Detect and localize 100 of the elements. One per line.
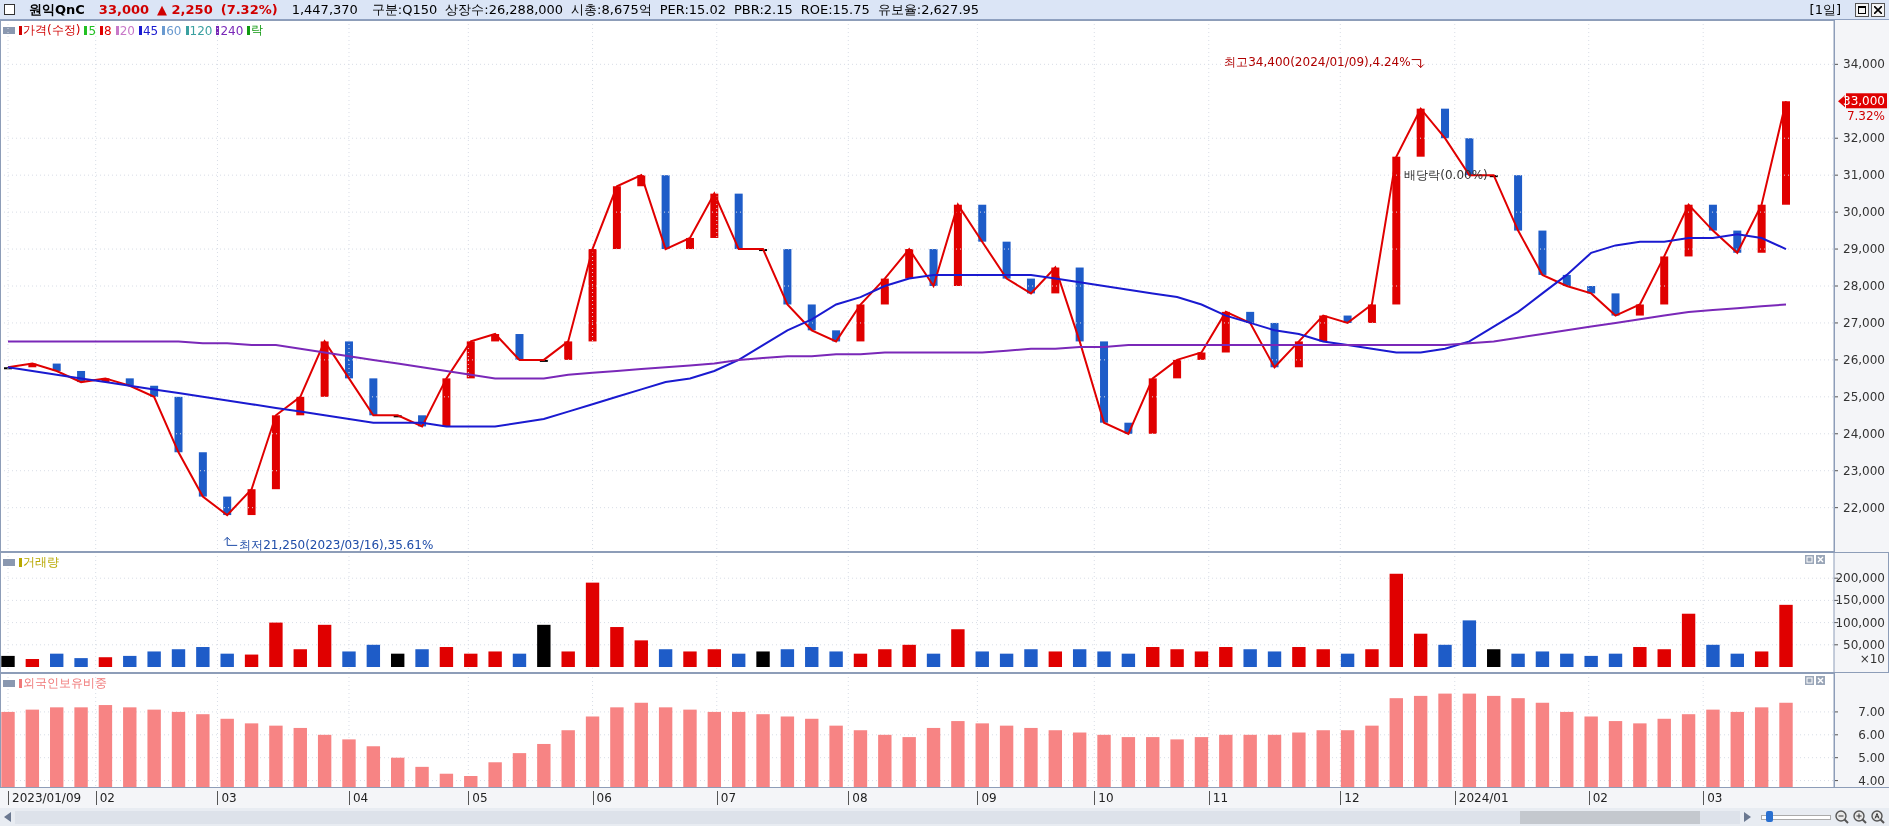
bar: [1243, 649, 1257, 667]
zoom-out-icon[interactable]: [1835, 810, 1849, 824]
bar: [780, 649, 795, 667]
bar: [1584, 655, 1598, 667]
legend-label: 240: [220, 23, 244, 38]
high-price-note: 최고34,400(2024/01/09),4.24%: [1224, 54, 1411, 69]
unit-label: ×10: [1859, 652, 1885, 666]
bar: [1024, 727, 1038, 787]
bar: [391, 653, 405, 667]
legend-label: 8: [104, 23, 112, 38]
bar: [1024, 649, 1038, 667]
date-label: 03: [217, 791, 237, 805]
bar: [1072, 732, 1087, 787]
legend-label: 60: [166, 23, 182, 38]
zoom-in-icon[interactable]: [1853, 810, 1867, 824]
bar: [902, 644, 916, 667]
bar: [926, 653, 941, 667]
stock-stat: ROE:15.75: [800, 2, 870, 17]
bar: [878, 649, 892, 667]
date-label: 03: [1703, 791, 1723, 805]
bar: [1121, 653, 1136, 667]
axis-label: 30,000: [1843, 205, 1885, 220]
bar: [829, 651, 843, 667]
event-note: 배당락(0.00%): [1404, 168, 1488, 183]
close-icon[interactable]: [1871, 2, 1885, 17]
bar: [1170, 739, 1184, 787]
bar: [1267, 734, 1282, 787]
bar: [1657, 649, 1671, 667]
date-label: 07: [716, 791, 737, 805]
minimize-icon[interactable]: [1805, 555, 1814, 564]
maximize-icon[interactable]: [1855, 2, 1869, 17]
bar: [1316, 649, 1330, 667]
bar: [74, 658, 88, 667]
bar: [98, 657, 113, 667]
bar: [561, 730, 575, 787]
bar: [25, 659, 40, 667]
bar: [1413, 633, 1428, 667]
leader-line: [1411, 59, 1425, 69]
bar: [999, 725, 1014, 787]
bar: [464, 776, 478, 787]
current-price: 33,000: [98, 2, 150, 17]
bar: [1146, 647, 1160, 667]
axis-label: 5.00: [1858, 750, 1885, 765]
bar: [488, 651, 502, 667]
axis-label: 27,000: [1843, 315, 1885, 330]
bar: [366, 644, 381, 667]
bar: [1146, 737, 1160, 787]
bar: [220, 653, 234, 667]
stock-stat: 시총:8,675억: [571, 0, 652, 19]
bar: [975, 651, 989, 667]
bar: [853, 653, 868, 667]
date-label: 02: [95, 791, 115, 805]
bar: [1340, 653, 1355, 667]
axis-label: 6.00: [1858, 727, 1885, 742]
bar: [196, 647, 210, 667]
bar: [1633, 647, 1647, 667]
bar: [1219, 734, 1233, 787]
bar: [805, 718, 819, 787]
bar: [1194, 737, 1209, 787]
bar: [269, 622, 283, 667]
date-label: 02: [1588, 791, 1608, 805]
legend-label: 외국인보유비중: [23, 675, 107, 692]
bar: [415, 649, 429, 667]
bar: [1340, 730, 1355, 787]
bar: [293, 649, 307, 667]
scroll-left-icon[interactable]: [4, 812, 11, 822]
bar: [1170, 649, 1184, 667]
bar: [415, 766, 429, 787]
minimize-icon[interactable]: [1805, 676, 1814, 685]
scroll-right-icon[interactable]: [1744, 812, 1751, 822]
bar: [1194, 651, 1209, 667]
period-label[interactable]: [1일]: [1809, 0, 1841, 19]
bar: [780, 716, 795, 787]
bar: [1365, 649, 1379, 667]
zoom-reset-icon[interactable]: [1871, 810, 1885, 824]
checkbox[interactable]: [4, 4, 15, 15]
bar: [1438, 644, 1452, 667]
bar: [1779, 604, 1793, 667]
bar: [1681, 613, 1696, 667]
bar: [1730, 653, 1744, 667]
stock-stat: PER:15.02: [659, 2, 726, 17]
bar: [1097, 734, 1111, 787]
bar: [439, 647, 454, 667]
scroll-thumb[interactable]: [1520, 810, 1700, 824]
legend-label: 5: [88, 23, 96, 38]
bar: [951, 721, 965, 787]
axis-label: 24,000: [1843, 426, 1885, 441]
bar: [634, 640, 648, 667]
legend-label: 락: [251, 22, 264, 39]
axis-label: 34,000: [1843, 57, 1885, 72]
stock-name: 원익QnC: [29, 0, 85, 19]
bar: [464, 653, 478, 667]
zoom-slider[interactable]: [1761, 811, 1831, 823]
bar: [1, 655, 15, 667]
bar: [561, 651, 575, 667]
legend-label: 20: [119, 23, 135, 38]
axis-label: 7.00: [1858, 704, 1885, 719]
bar: [269, 725, 283, 787]
bar: [1292, 732, 1306, 787]
bar: [1048, 730, 1062, 787]
